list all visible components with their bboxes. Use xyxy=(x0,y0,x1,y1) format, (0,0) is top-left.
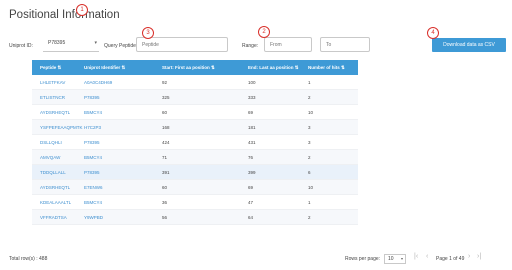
end-cell: 333 xyxy=(248,94,256,100)
start-cell: 168 xyxy=(162,124,170,130)
hits-cell: 10 xyxy=(308,109,314,115)
peptide-link[interactable]: ETLISTNCR xyxy=(32,95,82,100)
uniprot-link[interactable]: E7ENW6 xyxy=(82,185,160,190)
range-to-input[interactable] xyxy=(320,37,370,52)
end-cell: 431 xyxy=(248,139,256,145)
table-header-row: Peptide ⇅ Uniprot Identifier ⇅ Start: Fi… xyxy=(32,60,358,75)
start-cell: 424 xyxy=(162,139,170,145)
last-page-icon[interactable]: ›| xyxy=(477,253,481,260)
table-row: DSLLQHLI P78395 424 431 3 xyxy=(32,135,358,150)
start-cell: 71 xyxy=(162,154,168,160)
peptide-link[interactable]: AYDSRHEQTL xyxy=(32,110,82,115)
uniprot-link[interactable]: Y9WPBD xyxy=(82,215,160,220)
start-cell: 325 xyxy=(162,94,170,100)
hits-cell: 3 xyxy=(308,124,311,130)
start-cell: 92 xyxy=(162,79,168,85)
uniprot-link[interactable]: H7C2P3 xyxy=(82,125,160,130)
end-cell: 76 xyxy=(248,154,254,160)
uniprot-link[interactable]: B5MCY4 xyxy=(82,200,160,205)
uniprot-link[interactable]: P78395 xyxy=(82,140,160,145)
hits-cell: 2 xyxy=(308,154,311,160)
total-rows-text: Total row(s) : 488 xyxy=(9,256,48,262)
hits-cell: 3 xyxy=(308,139,311,145)
uniprot-link[interactable]: P78395 xyxy=(82,95,160,100)
table-row: TDDQLLALL P78395 391 399 6 xyxy=(32,165,358,180)
header-end-position[interactable]: End: Last aa position ⇅ xyxy=(242,65,308,71)
table-row: KDEALAAALTL B5MCY4 36 47 1 xyxy=(32,195,358,210)
start-cell: 391 xyxy=(162,169,170,175)
previous-page-icon[interactable]: ‹ xyxy=(426,253,428,260)
query-peptide-label: Query Peptide: xyxy=(104,43,138,49)
peptide-link[interactable]: TDDQLLALL xyxy=(32,170,82,175)
download-csv-button[interactable]: Download data as CSV xyxy=(432,38,506,52)
uniprot-link[interactable]: P78395 xyxy=(82,170,160,175)
annotation-badge-4: 4 xyxy=(427,27,439,39)
hits-cell: 1 xyxy=(308,79,311,85)
table-row: AYDSRHEQTL E7ENW6 60 69 10 xyxy=(32,180,358,195)
hits-cell: 2 xyxy=(308,214,311,220)
rows-per-page-label: Rows per page: xyxy=(345,256,381,262)
table-row: AMVQAW B5MCY4 71 76 2 xyxy=(32,150,358,165)
hits-cell: 2 xyxy=(308,94,311,100)
end-cell: 64 xyxy=(248,214,254,220)
chevron-down-icon: ▾ xyxy=(400,256,403,261)
hits-cell: 10 xyxy=(308,184,314,190)
next-page-icon[interactable]: › xyxy=(468,253,470,260)
chevron-down-icon: ▾ xyxy=(94,40,97,46)
peptide-link[interactable]: AYDSRHEQTL xyxy=(32,185,82,190)
end-cell: 47 xyxy=(248,199,254,205)
uniprot-link[interactable]: B5MCY4 xyxy=(82,155,160,160)
header-number-of-hits[interactable]: Number of hits ⇅ xyxy=(308,65,358,71)
start-cell: 36 xyxy=(162,199,168,205)
table-row: VFFRADTSA Y9WPBD 56 64 2 xyxy=(32,210,358,225)
peptide-link[interactable]: DSLLQHLI xyxy=(32,140,82,145)
table-row: ETLISTNCR P78395 325 333 2 xyxy=(32,90,358,105)
first-page-icon[interactable]: |‹ xyxy=(414,253,418,260)
peptide-link[interactable]: LHLETFKAV xyxy=(32,80,82,85)
peptide-link[interactable]: VFFRADTSA xyxy=(32,215,82,220)
uniprot-id-select[interactable]: P78395 ▾ xyxy=(43,37,99,52)
page-info-text: Page 1 of 49 xyxy=(436,256,465,262)
query-peptide-input[interactable] xyxy=(136,37,228,52)
end-cell: 69 xyxy=(248,184,254,190)
start-cell: 60 xyxy=(162,109,168,115)
header-start-position[interactable]: Start: First aa position ⇅ xyxy=(160,65,242,71)
rows-per-page-select[interactable]: 10 ▾ xyxy=(384,254,406,264)
table-row: AYDSRHEQTL B5MCY4 60 69 10 xyxy=(32,105,358,120)
range-label: Range: xyxy=(242,43,259,49)
uniprot-id-value: P78395 xyxy=(48,40,66,46)
header-peptide[interactable]: Peptide ⇅ xyxy=(32,65,82,71)
positional-table: Peptide ⇅ Uniprot Identifier ⇅ Start: Fi… xyxy=(32,60,358,225)
header-uniprot-identifier[interactable]: Uniprot Identifier ⇅ xyxy=(82,65,160,71)
end-cell: 69 xyxy=(248,109,254,115)
end-cell: 100 xyxy=(248,79,256,85)
rows-per-page-value: 10 xyxy=(388,256,394,262)
peptide-link[interactable]: AMVQAW xyxy=(32,155,82,160)
uniprot-link[interactable]: B5MCY4 xyxy=(82,110,160,115)
start-cell: 60 xyxy=(162,184,168,190)
annotation-badge-2: 2 xyxy=(258,26,270,38)
hits-cell: 6 xyxy=(308,169,311,175)
peptide-link[interactable]: KDEALAAALTL xyxy=(32,200,82,205)
end-cell: 399 xyxy=(248,169,256,175)
peptide-link[interactable]: YSFPEFEAAQPMTK xyxy=(32,125,83,130)
annotation-badge-3: 3 xyxy=(142,27,154,39)
table-row: LHLETFKAV A0A0C4DH69 92 100 1 xyxy=(32,75,358,90)
uniprot-id-label: Uniprot ID: xyxy=(9,43,33,49)
start-cell: 56 xyxy=(162,214,168,220)
table-row: YSFPEFEAAQPMTK H7C2P3 168 181 3 xyxy=(32,120,358,135)
page-title: Positional Information xyxy=(9,9,120,21)
annotation-badge-1: 1 xyxy=(76,4,88,16)
range-from-input[interactable] xyxy=(264,37,312,52)
uniprot-link[interactable]: A0A0C4DH69 xyxy=(82,80,160,85)
hits-cell: 1 xyxy=(308,199,311,205)
end-cell: 181 xyxy=(248,124,256,130)
